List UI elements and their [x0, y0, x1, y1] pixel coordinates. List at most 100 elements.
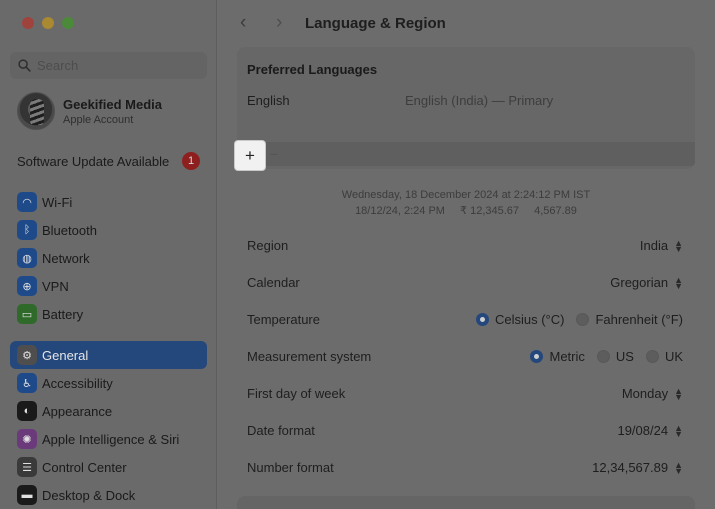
number-format-label: Number format	[247, 460, 334, 475]
sidebar-item-label: Network	[42, 250, 90, 266]
sidebar-item-appearance[interactable]: ◐ Appearance	[10, 397, 207, 425]
search-input[interactable]	[37, 58, 197, 73]
sidebar-item-vpn[interactable]: ⊕ VPN	[10, 272, 207, 300]
main-content: ‹ › Language & Region Preferred Language…	[218, 0, 715, 509]
region-row: Region India ▲ ▼	[237, 227, 695, 264]
avatar	[17, 92, 55, 130]
appearance-icon: ◐	[17, 401, 37, 421]
search-icon	[18, 59, 31, 72]
language-name[interactable]: English	[247, 93, 290, 108]
temperature-label: Temperature	[247, 312, 320, 327]
sidebar-item-label: General	[42, 347, 89, 363]
us-radio[interactable]: US	[596, 349, 634, 364]
apple-account[interactable]: Geekified Media Apple Account	[17, 92, 162, 130]
dock-icon: ▬	[17, 485, 37, 505]
window-controls	[22, 17, 74, 29]
date-format-row: Date format 19/08/24 ▲ ▼	[237, 412, 695, 449]
accessibility-icon: ♿	[17, 373, 37, 393]
us-label: US	[615, 349, 634, 364]
region-settings: Region India ▲ ▼ Calendar Gregorian ▲ ▼ Te…	[237, 227, 695, 486]
preview-currency: ₹ 12,345.67	[460, 205, 520, 217]
date-format-label: Date format	[247, 423, 315, 438]
zoom-window-button[interactable]	[62, 17, 74, 29]
software-update-label: Software Update Available	[17, 153, 170, 169]
radio-unselected-icon	[596, 350, 610, 363]
preferred-languages-card: Preferred Languages English English (Ind…	[237, 47, 695, 169]
region-label: Region	[247, 238, 289, 253]
number-format-popup[interactable]: 12,34,567.89 ▲ ▼	[592, 460, 683, 475]
uk-radio[interactable]: UK	[645, 349, 683, 364]
toolbar: ‹ › Language & Region	[218, 0, 715, 46]
first-day-value: Monday	[621, 386, 669, 401]
bluetooth-icon: ᛒ	[17, 220, 37, 240]
temperature-row: Temperature Celsius (°C) Fahrenheit (°F)	[237, 301, 695, 338]
close-window-button[interactable]	[22, 17, 34, 29]
format-preview: Wednesday, 18 December 2024 at 2:24:12 P…	[237, 187, 695, 219]
radio-selected-icon	[475, 313, 489, 326]
calendar-label: Calendar	[247, 275, 300, 290]
first-day-row: First day of week Monday ▲ ▼	[237, 375, 695, 412]
radio-selected-icon	[530, 350, 544, 363]
siri-icon: ✺	[17, 429, 37, 449]
battery-icon: ▭	[17, 304, 37, 324]
sidebar-item-label: Control Center	[42, 459, 127, 475]
updown-chevron-icon: ▲ ▼	[674, 385, 683, 402]
preview-short-date: 18/12/24, 2:24 PM	[355, 205, 445, 217]
uk-label: UK	[664, 349, 683, 364]
sidebar-item-label: Accessibility	[42, 375, 113, 391]
celsius-radio[interactable]: Celsius (°C)	[475, 312, 565, 327]
page-title: Language & Region	[305, 15, 446, 32]
sidebar-item-apple-intelligence-siri[interactable]: ✺ Apple Intelligence & Siri	[10, 425, 207, 453]
sidebar-item-label: Battery	[42, 306, 84, 322]
search-field[interactable]	[10, 52, 207, 79]
sidebar-item-bluetooth[interactable]: ᛒ Bluetooth	[10, 216, 207, 244]
sidebar-item-label: Desktop & Dock	[42, 487, 136, 503]
sidebar-item-network[interactable]: ◍ Network	[10, 244, 207, 272]
wifi-icon: ◠	[17, 192, 37, 212]
account-subtitle: Apple Account	[63, 113, 134, 126]
sidebar-item-control-center[interactable]: ☰ Control Center	[10, 453, 207, 481]
celsius-label: Celsius (°C)	[494, 312, 565, 327]
sidebar-group-network: ◠ Wi-Fi ᛒ Bluetooth ◍ Network ⊕ VPN ▭ Battery	[10, 188, 207, 328]
control-center-icon: ☰	[17, 457, 37, 477]
calendar-value: Gregorian	[610, 275, 669, 290]
updown-chevron-icon: ▲ ▼	[674, 459, 683, 476]
first-day-popup[interactable]: Monday ▲ ▼	[622, 386, 683, 401]
add-language-button[interactable]: +	[235, 141, 265, 170]
region-popup[interactable]: India ▲ ▼	[640, 238, 683, 253]
date-format-popup[interactable]: 19/08/24 ▲ ▼	[617, 423, 683, 438]
back-chevron-icon[interactable]: ‹	[240, 12, 246, 34]
metric-radio[interactable]: Metric	[530, 349, 585, 364]
sidebar-group-system: ⚙ General ♿ Accessibility ◐ Appearance ✺ Apple …	[10, 341, 207, 509]
first-day-label: First day of week	[247, 386, 346, 401]
update-count-badge: 1	[182, 152, 200, 170]
globe-icon: ◍	[17, 248, 37, 268]
account-name: Geekified Media	[63, 96, 162, 112]
calendar-popup[interactable]: Gregorian ▲ ▼	[610, 275, 683, 290]
fahrenheit-label: Fahrenheit (°F)	[595, 312, 683, 327]
sidebar-item-general[interactable]: ⚙ General	[10, 341, 207, 369]
sidebar-item-desktop-dock[interactable]: ▬ Desktop & Dock	[10, 481, 207, 509]
sidebar-item-label: Wi-Fi	[42, 194, 73, 210]
language-detail: English (India) — Primary	[405, 93, 554, 108]
preferred-languages-title: Preferred Languages	[247, 62, 378, 77]
sidebar-item-label: VPN	[42, 278, 69, 294]
vpn-icon: ⊕	[17, 276, 37, 296]
minimize-window-button[interactable]	[42, 17, 54, 29]
next-section-card	[237, 496, 695, 509]
sidebar-item-wi-fi[interactable]: ◠ Wi-Fi	[10, 188, 207, 216]
sidebar-item-battery[interactable]: ▭ Battery	[10, 300, 207, 328]
sidebar-item-accessibility[interactable]: ♿ Accessibility	[10, 369, 207, 397]
forward-chevron-icon[interactable]: ›	[276, 12, 282, 34]
language-list-controls	[237, 142, 695, 166]
software-update-item[interactable]: Software Update Available 1	[17, 152, 200, 170]
remove-language-button[interactable]: −	[270, 146, 278, 162]
preview-number: 4,567.89	[534, 205, 577, 217]
region-value: India	[639, 238, 669, 253]
updown-chevron-icon: ▲ ▼	[674, 237, 683, 254]
number-format-row: Number format 12,34,567.89 ▲ ▼	[237, 449, 695, 486]
sidebar-item-label: Appearance	[42, 403, 113, 419]
calendar-row: Calendar Gregorian ▲ ▼	[237, 264, 695, 301]
fahrenheit-radio[interactable]: Fahrenheit (°F)	[576, 312, 683, 327]
sidebar-item-label: Bluetooth	[42, 222, 97, 238]
